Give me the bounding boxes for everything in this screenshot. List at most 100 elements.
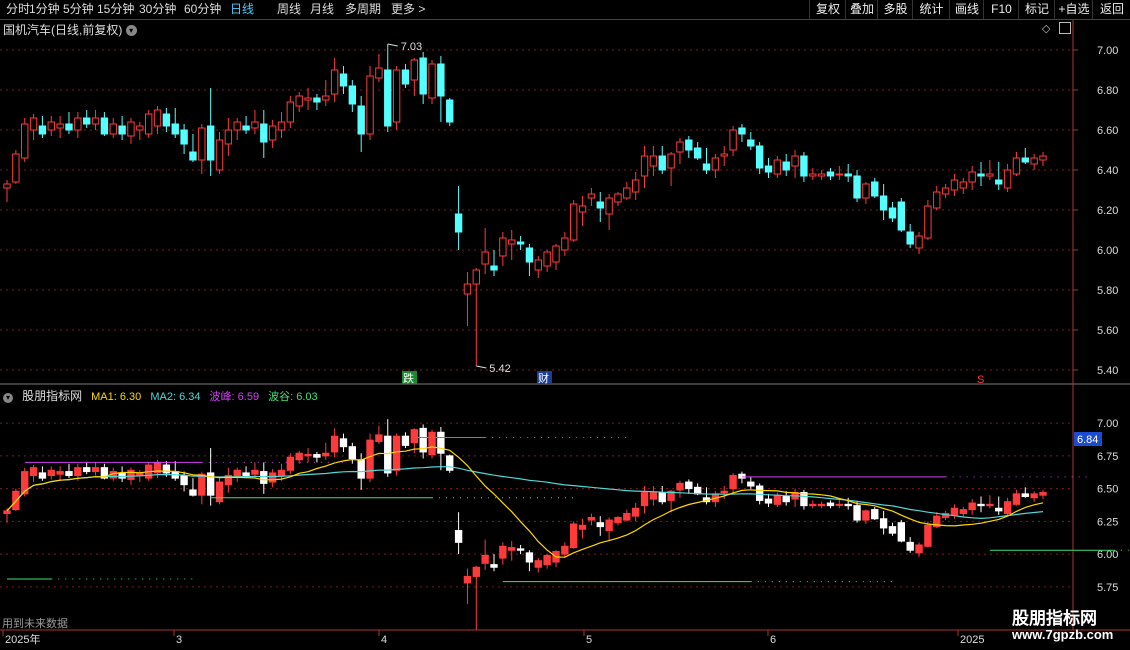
main-candle xyxy=(295,95,303,107)
main-candle xyxy=(206,125,215,161)
price-axis-label: 6.60 xyxy=(1097,125,1118,137)
price-axis-label: 7.00 xyxy=(1097,45,1118,57)
ind-candle xyxy=(277,469,286,477)
main-candle xyxy=(959,181,967,189)
price-axis-label: 5.60 xyxy=(1097,325,1118,337)
main-candle xyxy=(136,125,144,131)
ind-candle xyxy=(800,492,808,507)
main-candle xyxy=(472,269,480,285)
watermark-url: www.7gpzb.com xyxy=(1012,627,1114,642)
main-candle xyxy=(454,213,463,233)
ind-axis-label: 6.00 xyxy=(1097,549,1118,561)
main-candle xyxy=(826,171,835,177)
main-candle xyxy=(463,283,472,295)
ind-candle xyxy=(242,472,250,477)
ind-candle xyxy=(357,459,365,479)
main-candle xyxy=(871,181,879,197)
main-candle xyxy=(755,145,764,169)
main-candle xyxy=(47,121,55,131)
main-candle xyxy=(189,151,197,161)
chart-canvas: 7.00 6.80 6.60 6.40 6.20 6.00 5.80 5.60 5.40 7.00… xyxy=(0,20,1130,646)
main-candle xyxy=(109,123,117,135)
ind-candle xyxy=(65,471,73,477)
ind-candle xyxy=(215,481,224,503)
main-candle xyxy=(809,173,817,177)
main-candle xyxy=(401,69,410,85)
main-candle xyxy=(1039,155,1047,161)
main-candle xyxy=(481,251,489,265)
ind-candle xyxy=(862,510,870,521)
time-label: 2025 xyxy=(960,634,984,646)
ind-candle xyxy=(366,439,374,479)
main-candle xyxy=(233,121,241,131)
time-label: 6 xyxy=(770,634,776,646)
main-candle xyxy=(198,127,206,161)
ind-candle xyxy=(481,554,489,564)
ind-candle xyxy=(304,454,312,457)
low-label: 5.42 xyxy=(489,363,510,375)
main-candle xyxy=(933,191,941,209)
main-candle xyxy=(260,123,268,143)
tag-s: S xyxy=(977,374,984,386)
main-candle xyxy=(534,259,542,271)
main-candle xyxy=(924,205,932,239)
ind-candle xyxy=(835,503,844,506)
main-candle xyxy=(658,155,666,171)
ind-candle xyxy=(516,548,525,551)
ind-candle xyxy=(658,492,666,503)
main-candle xyxy=(446,99,454,123)
main-candle xyxy=(720,153,728,157)
ind-candle xyxy=(1012,493,1021,505)
ind-candle xyxy=(773,494,782,505)
main-candle xyxy=(561,237,569,251)
ind-candle xyxy=(534,560,542,568)
future-data-note: 用到未来数据 xyxy=(2,618,68,630)
ind-candle xyxy=(428,431,436,456)
main-candle xyxy=(667,153,675,169)
main-candle xyxy=(65,123,73,131)
main-candle xyxy=(649,155,658,167)
ind-candle xyxy=(543,554,551,566)
ind-candle xyxy=(384,435,392,474)
ind-candle xyxy=(490,564,498,568)
price-axis-label: 6.80 xyxy=(1097,85,1118,97)
ind-candle xyxy=(755,485,764,501)
ind-candle xyxy=(959,509,967,515)
main-candle xyxy=(817,173,826,177)
ind-candle xyxy=(437,431,445,454)
main-candle xyxy=(995,179,1003,185)
main-candle xyxy=(888,207,897,219)
ind-candle xyxy=(605,519,613,532)
ind-candle xyxy=(578,524,587,530)
ind-candle xyxy=(463,575,472,584)
main-candle xyxy=(897,201,906,231)
ind-candle xyxy=(809,503,817,507)
price-axis-label: 6.00 xyxy=(1097,245,1118,257)
main-candle xyxy=(91,117,100,125)
ind-candle xyxy=(817,503,826,507)
main-candle xyxy=(322,95,330,101)
main-candle xyxy=(844,173,852,177)
ind-candle xyxy=(950,507,959,516)
main-candle xyxy=(570,203,578,241)
main-candle xyxy=(357,105,365,135)
main-candle xyxy=(986,173,994,177)
main-candle xyxy=(941,187,950,195)
ind-candle xyxy=(649,492,658,500)
main-candle xyxy=(499,237,507,257)
main-candle xyxy=(738,127,746,135)
main-candle xyxy=(631,179,640,193)
main-candle xyxy=(100,117,109,135)
main-candle xyxy=(578,205,587,213)
main-candle xyxy=(83,117,91,125)
main-candle xyxy=(437,63,445,97)
main-candle xyxy=(251,121,259,129)
main-candle xyxy=(153,109,162,127)
ind-candle xyxy=(29,467,38,477)
ind-candle xyxy=(764,498,773,504)
main-candle xyxy=(862,183,870,199)
main-candle xyxy=(587,193,596,199)
ind-candle xyxy=(738,473,746,479)
main-candle xyxy=(800,155,808,177)
ind-candle xyxy=(410,429,419,444)
